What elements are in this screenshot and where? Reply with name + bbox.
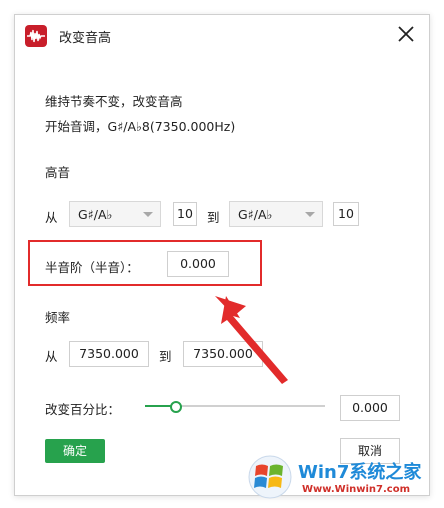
watermark-brand: Win7系统之家	[298, 462, 422, 483]
windows-logo-icon	[248, 455, 292, 499]
annotation-arrow	[215, 296, 288, 384]
slider-handle[interactable]	[169, 401, 182, 413]
watermark: Win7系统之家 Www.Winwin7.com	[246, 454, 442, 504]
percent-slider[interactable]	[145, 401, 325, 413]
watermark-url: Www.Winwin7.com	[302, 484, 411, 495]
